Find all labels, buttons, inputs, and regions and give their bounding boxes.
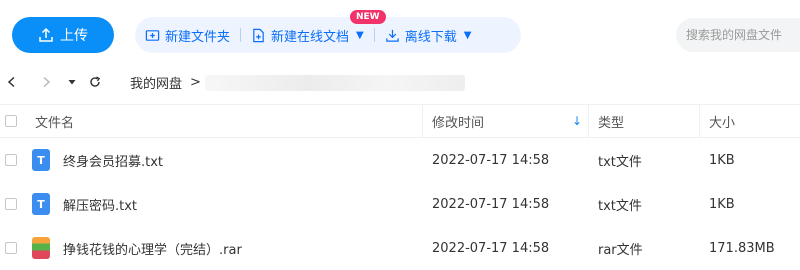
offline-download-label: 离线下载 bbox=[404, 29, 457, 45]
column-header-modified[interactable]: 修改时间 bbox=[432, 105, 484, 137]
file-table: 文件名 修改时间 ↓ 类型 大小 T 终身会员招募.txt 2022-07-17… bbox=[0, 104, 800, 270]
refresh-icon bbox=[90, 76, 101, 87]
new-online-doc-label: 新建在线文档 bbox=[271, 29, 350, 45]
forward-button[interactable] bbox=[38, 68, 54, 96]
file-type: txt文件 bbox=[598, 198, 642, 214]
column-header-size[interactable]: 大小 bbox=[709, 105, 735, 137]
row-checkbox[interactable] bbox=[5, 242, 17, 254]
search-input[interactable] bbox=[676, 18, 800, 52]
chevron-down-icon: ▼ bbox=[356, 29, 364, 41]
file-name[interactable]: 解压密码.txt bbox=[63, 195, 137, 214]
breadcrumb: 我的网盘 > bbox=[130, 68, 201, 96]
folder-plus-icon bbox=[145, 29, 160, 41]
breadcrumb-redacted-path bbox=[205, 75, 465, 91]
file-size: 1KB bbox=[709, 152, 735, 168]
file-modified: 2022-07-17 14:58 bbox=[432, 196, 550, 212]
table-row[interactable]: T 终身会员招募.txt 2022-07-17 14:58 txt文件 1KB bbox=[0, 138, 800, 182]
new-folder-label: 新建文件夹 bbox=[165, 29, 231, 45]
table-row[interactable]: 挣钱花钱的心理学（完结）.rar 2022-07-17 14:58 rar文件 … bbox=[0, 226, 800, 270]
file-name-cell: 挣钱花钱的心理学（完结）.rar bbox=[32, 226, 242, 270]
file-name-cell: T 解压密码.txt bbox=[32, 182, 137, 226]
back-button[interactable] bbox=[4, 68, 20, 96]
txt-file-icon: T bbox=[32, 193, 50, 215]
rar-file-icon bbox=[32, 237, 50, 259]
row-checkbox[interactable] bbox=[5, 198, 17, 210]
file-size: 171.83MB bbox=[709, 240, 775, 256]
table-row[interactable]: T 解压密码.txt 2022-07-17 14:58 txt文件 1KB bbox=[0, 182, 800, 226]
upload-label: 上传 bbox=[60, 28, 88, 44]
navigation-bar: 我的网盘 > bbox=[0, 68, 800, 96]
row-checkbox[interactable] bbox=[5, 154, 17, 166]
file-type: rar文件 bbox=[598, 242, 643, 258]
history-dropdown[interactable] bbox=[66, 68, 78, 96]
column-header-type[interactable]: 类型 bbox=[598, 105, 624, 137]
file-name-cell: T 终身会员招募.txt bbox=[32, 138, 163, 182]
new-badge: NEW bbox=[350, 10, 386, 24]
file-size: 1KB bbox=[709, 196, 735, 212]
doc-plus-icon bbox=[253, 28, 264, 42]
breadcrumb-root[interactable]: 我的网盘 bbox=[130, 73, 182, 92]
chevron-left-icon bbox=[7, 76, 15, 88]
download-icon bbox=[386, 29, 399, 42]
offline-download-button[interactable]: 离线下载 ▼ bbox=[375, 17, 482, 53]
file-modified: 2022-07-17 14:58 bbox=[432, 240, 550, 256]
sort-down-icon[interactable]: ↓ bbox=[572, 105, 582, 137]
toolbar: 上传 新建文件夹 新建在线文档 ▼ 离线下载 ▼ NEW bbox=[0, 0, 800, 70]
table-header: 文件名 修改时间 ↓ 类型 大小 bbox=[0, 104, 800, 138]
new-folder-button[interactable]: 新建文件夹 bbox=[135, 17, 240, 53]
breadcrumb-separator: > bbox=[190, 74, 201, 90]
file-name[interactable]: 挣钱花钱的心理学（完结）.rar bbox=[63, 239, 242, 258]
action-group: 新建文件夹 新建在线文档 ▼ 离线下载 ▼ bbox=[135, 17, 521, 53]
column-divider bbox=[588, 105, 589, 137]
upload-icon bbox=[39, 27, 53, 42]
refresh-button[interactable] bbox=[86, 68, 104, 96]
column-divider bbox=[422, 105, 423, 137]
txt-file-icon: T bbox=[32, 149, 50, 171]
file-name[interactable]: 终身会员招募.txt bbox=[63, 151, 163, 170]
chevron-down-icon: ▼ bbox=[463, 29, 472, 41]
column-divider bbox=[699, 105, 700, 137]
file-type: txt文件 bbox=[598, 154, 642, 170]
chevron-right-icon bbox=[43, 76, 51, 88]
select-all-checkbox[interactable] bbox=[5, 115, 17, 127]
column-header-name[interactable]: 文件名 bbox=[35, 105, 74, 137]
caret-down-icon bbox=[68, 80, 76, 85]
upload-button[interactable]: 上传 bbox=[12, 17, 114, 53]
file-modified: 2022-07-17 14:58 bbox=[432, 152, 550, 168]
